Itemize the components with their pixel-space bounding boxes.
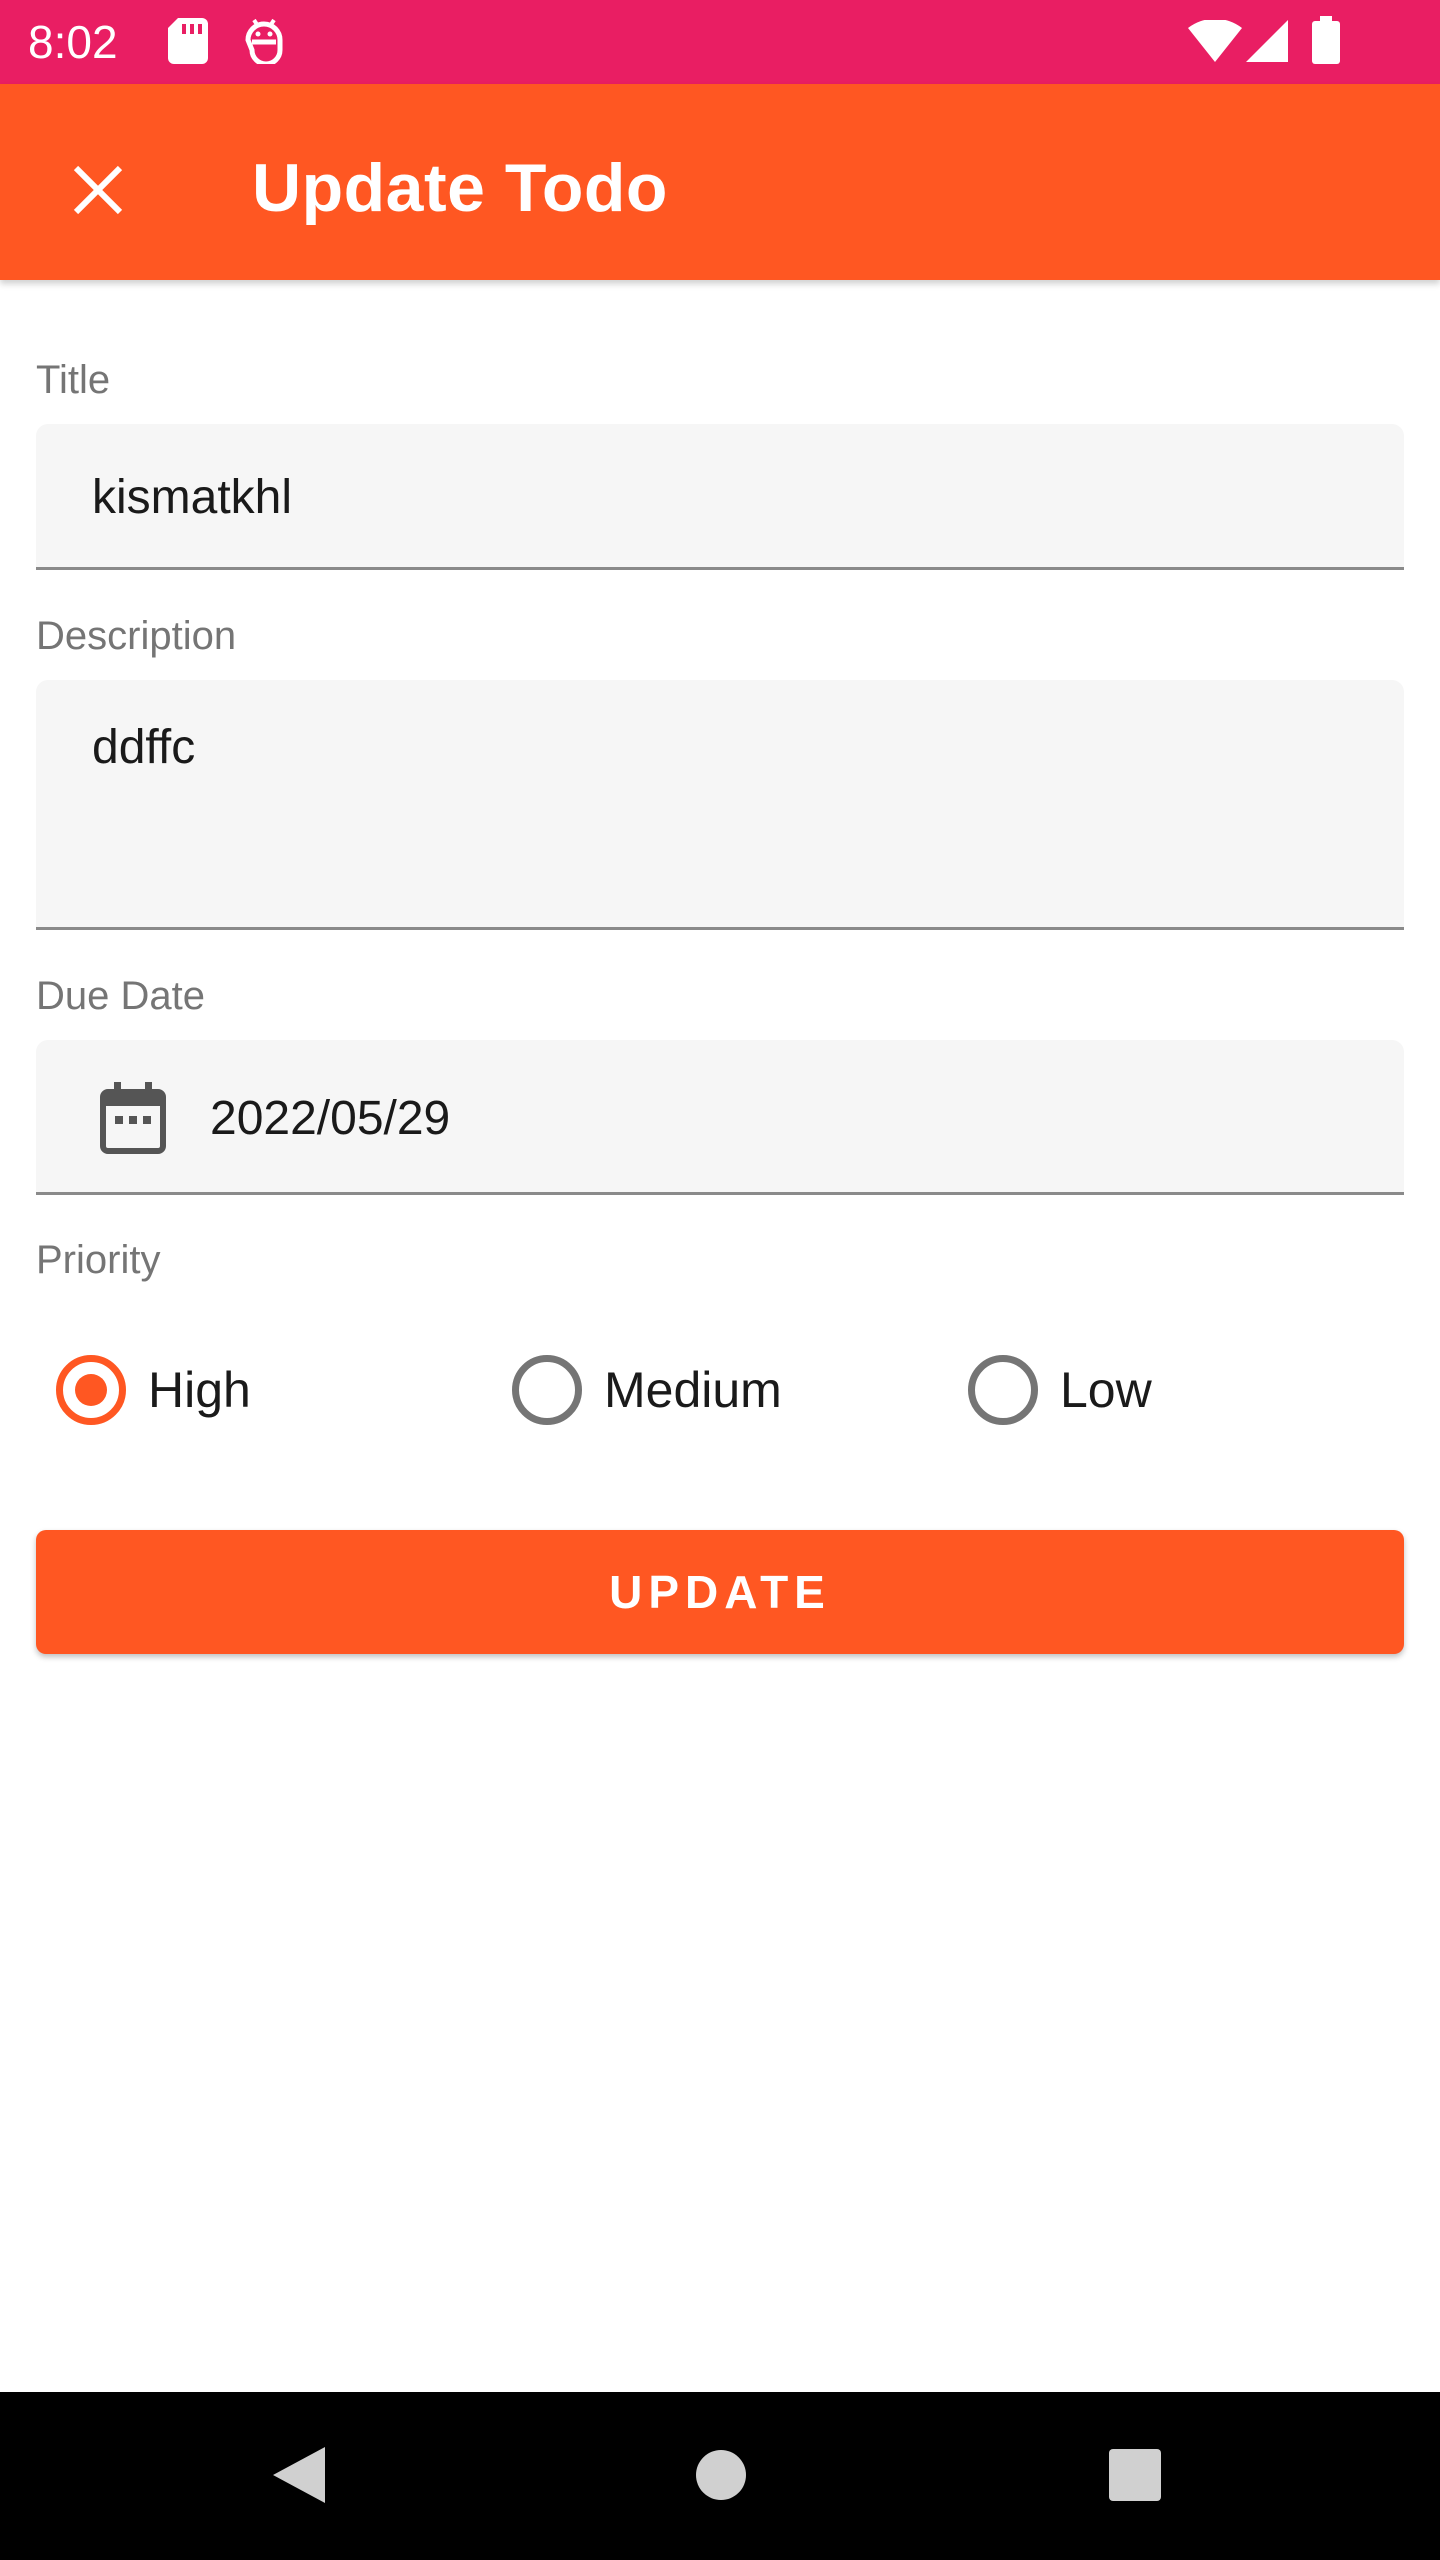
update-button[interactable]: UPDATE	[36, 1530, 1404, 1654]
priority-medium-radio[interactable]: Medium	[512, 1350, 782, 1430]
page-title: Update Todo	[252, 150, 668, 226]
app-bar: Update Todo	[0, 84, 1440, 280]
recents-button[interactable]	[1100, 2442, 1170, 2512]
description-label: Description	[36, 614, 237, 658]
title-value: kismatkhl	[92, 471, 293, 524]
priority-label: Priority	[36, 1238, 161, 1282]
battery-icon	[1312, 16, 1340, 69]
due-date-field[interactable]: 2022/05/29	[36, 1040, 1404, 1195]
recents-icon	[1108, 2448, 1162, 2507]
navigation-bar	[0, 2392, 1440, 2560]
title-field[interactable]: kismatkhl	[36, 424, 1404, 570]
wifi-icon	[1188, 18, 1242, 67]
calendar-icon[interactable]	[100, 1082, 166, 1159]
sd-card-icon	[168, 18, 208, 69]
radio-unchecked-icon	[512, 1355, 582, 1425]
description-field[interactable]: ddffc	[36, 680, 1404, 930]
priority-low-radio[interactable]: Low	[968, 1350, 1152, 1430]
priority-high-radio[interactable]: High	[56, 1350, 251, 1430]
priority-high-label: High	[148, 1362, 251, 1418]
android-debug-icon	[244, 18, 284, 69]
due-date-label: Due Date	[36, 974, 205, 1018]
radio-unchecked-icon	[968, 1355, 1038, 1425]
signal-icon	[1246, 20, 1288, 67]
description-value: ddffc	[92, 721, 196, 774]
radio-checked-icon	[56, 1355, 126, 1425]
close-button[interactable]	[50, 144, 146, 240]
due-date-value: 2022/05/29	[210, 1092, 451, 1145]
priority-low-label: Low	[1060, 1362, 1152, 1418]
status-time: 8:02	[28, 16, 118, 68]
title-label: Title	[36, 358, 111, 402]
home-icon	[695, 2449, 747, 2506]
priority-medium-label: Medium	[604, 1362, 782, 1418]
back-button[interactable]	[264, 2442, 334, 2512]
close-icon	[72, 164, 124, 221]
back-icon	[271, 2445, 327, 2510]
status-bar: 8:02	[0, 0, 1440, 84]
home-button[interactable]	[686, 2442, 756, 2512]
